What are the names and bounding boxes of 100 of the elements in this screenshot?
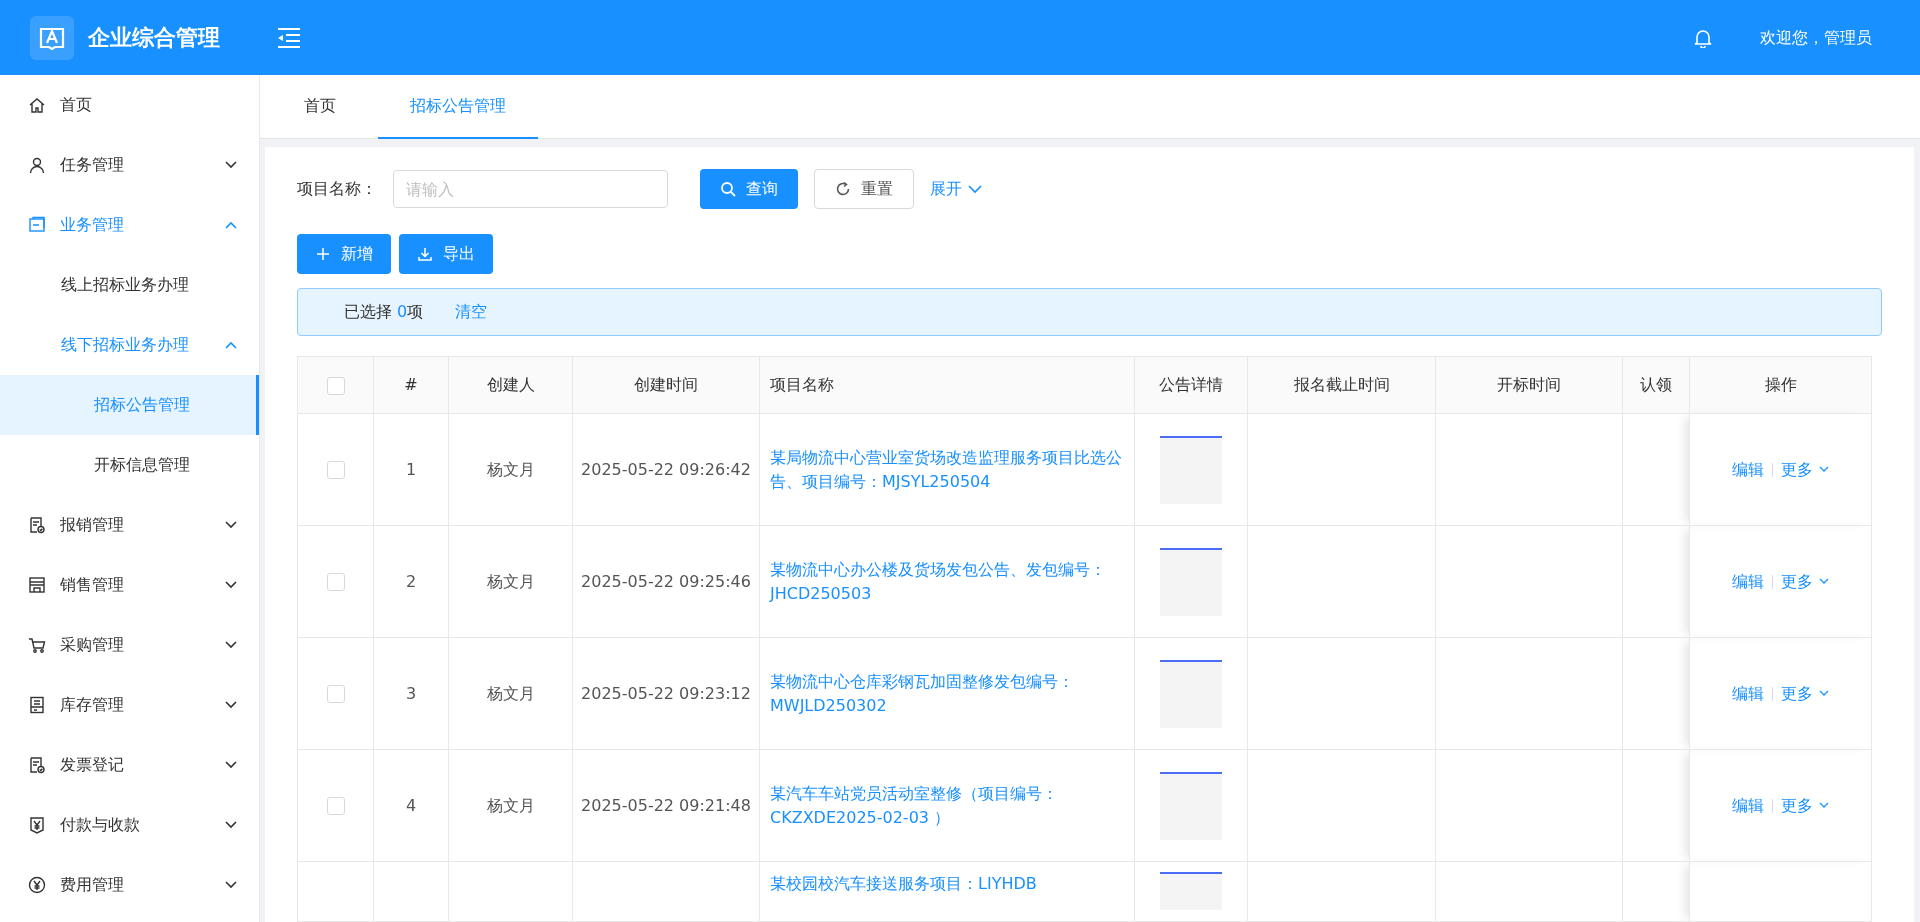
- edit-link[interactable]: 编辑: [1732, 681, 1764, 706]
- app-title: 企业综合管理: [88, 24, 220, 52]
- reload-icon: [835, 181, 851, 197]
- table-cell: 2025-05-22 09:23:12: [581, 683, 751, 703]
- edit-link[interactable]: 编辑: [1732, 569, 1764, 594]
- chevron-down-icon: [225, 821, 237, 829]
- chevron-down-icon: [1819, 466, 1829, 473]
- chevron-down-icon: [1819, 690, 1829, 697]
- sidebar-item[interactable]: 线下招标业务办理: [0, 315, 259, 375]
- chevron-down-icon: [225, 881, 237, 889]
- receipt-icon: [28, 756, 46, 774]
- project-name-input[interactable]: 请输入: [393, 170, 668, 208]
- project-link[interactable]: 某物流中心办公楼及货场发包公告、发包编号：JHCD250503: [759, 525, 1135, 638]
- clear-link[interactable]: 清空: [455, 300, 488, 324]
- plus-icon: [315, 246, 331, 262]
- expand-link[interactable]: 展开: [930, 177, 982, 201]
- table-cell: 2025-05-22 09:26:42: [581, 459, 751, 479]
- column-header: 项目名称: [759, 356, 1135, 414]
- chevron-down-icon: [225, 521, 237, 529]
- sidebar-item[interactable]: 任务管理: [0, 135, 259, 195]
- user-greeting[interactable]: 欢迎您，管理员: [1760, 25, 1872, 50]
- yen-circle-icon: [28, 876, 46, 894]
- document-thumbnail[interactable]: [1160, 659, 1222, 728]
- more-link[interactable]: 更多: [1781, 457, 1829, 482]
- chevron-up-icon: [225, 221, 237, 229]
- home-icon: [28, 96, 46, 114]
- document-thumbnail[interactable]: [1160, 771, 1222, 840]
- receipt-icon: [28, 516, 46, 534]
- table-cell: 杨文月: [486, 683, 535, 703]
- checkbox[interactable]: [326, 461, 345, 479]
- column-header: 报名截止时间: [1247, 356, 1436, 414]
- tab[interactable]: 首页: [272, 75, 368, 139]
- project-link[interactable]: 某局物流中心营业室货场改造监理服务项目比选公告、项目编号：MJSYL250504: [759, 413, 1135, 526]
- table-cell: 2025-05-22 09:21:48: [581, 795, 751, 815]
- chevron-down-icon: [225, 761, 237, 769]
- chevron-down-icon: [1819, 578, 1829, 585]
- sidebar-item[interactable]: 付款与收款: [0, 795, 259, 855]
- export-button[interactable]: 导出: [399, 234, 493, 274]
- sidebar-item[interactable]: 开标信息管理: [0, 435, 259, 495]
- chevron-down-icon: [225, 641, 237, 649]
- column-header: 开标时间: [1435, 356, 1623, 414]
- column-header: 创建时间: [572, 356, 760, 414]
- reset-button[interactable]: 重置: [814, 169, 914, 209]
- chevron-up-icon: [225, 341, 237, 349]
- selection-count: 已选择 0项: [344, 301, 424, 323]
- project-link[interactable]: 某物流中心仓库彩钢瓦加固整修发包编号：MWJLD250302: [759, 637, 1135, 750]
- more-link[interactable]: 更多: [1781, 681, 1829, 706]
- project-link[interactable]: 某校园校汽车接送服务项目：LIYHDB: [759, 861, 1135, 922]
- table-cell: 杨文月: [486, 571, 535, 591]
- sidebar-item[interactable]: 首页: [0, 75, 259, 135]
- table-cell: 杨文月: [486, 795, 535, 815]
- project-link[interactable]: 某汽车车站党员活动室整修（项目编号：CKZXDE2025-02-03 ）: [759, 749, 1135, 862]
- checkbox[interactable]: [326, 797, 345, 815]
- sidebar-item[interactable]: 发票登记: [0, 735, 259, 795]
- window-icon: [28, 216, 46, 234]
- tab[interactable]: 招标公告管理: [378, 75, 538, 139]
- chevron-down-icon: [1819, 802, 1829, 809]
- search-icon: [720, 181, 736, 197]
- table-cell: 3: [405, 683, 417, 703]
- column-header: 操作: [1689, 356, 1872, 414]
- query-button[interactable]: 查询: [700, 169, 798, 209]
- checkbox[interactable]: [326, 573, 345, 591]
- building-icon: [28, 696, 46, 714]
- table-cell: 2025-05-22 09:25:46: [581, 571, 751, 591]
- sidebar-item[interactable]: 采购管理: [0, 615, 259, 675]
- sidebar-item[interactable]: 库存管理: [0, 675, 259, 735]
- checkbox[interactable]: [326, 685, 345, 703]
- more-link[interactable]: 更多: [1781, 793, 1829, 818]
- chevron-down-icon: [968, 184, 982, 194]
- table-cell: 2: [405, 571, 417, 591]
- column-header: #: [373, 356, 449, 414]
- table-cell: 1: [405, 459, 417, 479]
- sidebar-item[interactable]: 报销管理: [0, 495, 259, 555]
- cart-icon: [28, 636, 46, 654]
- field-label: 项目名称：: [297, 178, 377, 200]
- table-cell: 杨文月: [486, 459, 535, 479]
- edit-link[interactable]: 编辑: [1732, 457, 1764, 482]
- chevron-down-icon: [225, 581, 237, 589]
- edit-link[interactable]: 编辑: [1732, 793, 1764, 818]
- sidebar-item[interactable]: 线上招标业务办理: [0, 255, 259, 315]
- user-icon: [28, 156, 46, 174]
- sidebar-item[interactable]: 销售管理: [0, 555, 259, 615]
- sidebar-item[interactable]: 费用管理: [0, 855, 259, 915]
- table-cell: 4: [405, 795, 417, 815]
- document-thumbnail[interactable]: [1160, 547, 1222, 616]
- add-button[interactable]: 新增: [297, 234, 391, 274]
- document-thumbnail[interactable]: [1160, 872, 1222, 910]
- menu-fold-icon[interactable]: [276, 25, 302, 50]
- chevron-down-icon: [225, 701, 237, 709]
- column-header: 公告详情: [1134, 356, 1248, 414]
- sidebar-item[interactable]: 业务管理: [0, 195, 259, 255]
- sidebar-item[interactable]: 招标公告管理: [0, 375, 259, 435]
- checkbox[interactable]: [326, 376, 345, 395]
- store-icon: [28, 576, 46, 594]
- document-thumbnail[interactable]: [1160, 435, 1222, 504]
- yen-shield-icon: [28, 816, 46, 834]
- column-header: 认领: [1622, 356, 1690, 414]
- download-icon: [417, 246, 433, 262]
- logo-icon: [30, 15, 74, 60]
- more-link[interactable]: 更多: [1781, 569, 1829, 594]
